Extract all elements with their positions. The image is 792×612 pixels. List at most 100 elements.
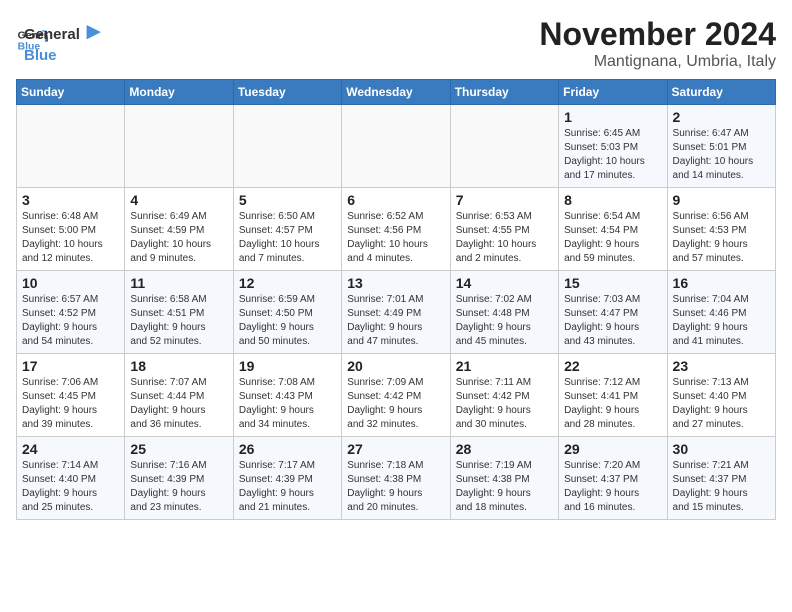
day-number: 16 bbox=[673, 275, 770, 291]
day-info: Sunrise: 6:48 AMSunset: 5:00 PMDaylight:… bbox=[22, 210, 119, 266]
calendar-cell: 3 Sunrise: 6:48 AMSunset: 5:00 PMDaylight… bbox=[17, 188, 125, 271]
day-info: Sunrise: 7:06 AMSunset: 4:45 PMDaylight:… bbox=[22, 376, 119, 432]
day-number: 18 bbox=[130, 358, 227, 374]
calendar-cell: 23 Sunrise: 7:13 AMSunset: 4:40 PMDayligh… bbox=[667, 354, 775, 437]
day-info: Sunrise: 7:19 AMSunset: 4:38 PMDaylight:… bbox=[456, 459, 553, 515]
day-info: Sunrise: 6:52 AMSunset: 4:56 PMDaylight:… bbox=[347, 210, 444, 266]
day-number: 6 bbox=[347, 192, 444, 208]
logo-text: General► Blue bbox=[24, 18, 106, 65]
day-number: 2 bbox=[673, 109, 770, 125]
day-info: Sunrise: 7:21 AMSunset: 4:37 PMDaylight:… bbox=[673, 459, 770, 515]
calendar-cell: 22 Sunrise: 7:12 AMSunset: 4:41 PMDayligh… bbox=[559, 354, 667, 437]
day-number: 24 bbox=[22, 441, 119, 457]
calendar-cell: 14 Sunrise: 7:02 AMSunset: 4:48 PMDayligh… bbox=[450, 271, 558, 354]
calendar-cell: 25 Sunrise: 7:16 AMSunset: 4:39 PMDayligh… bbox=[125, 437, 233, 520]
calendar-cell: 9 Sunrise: 6:56 AMSunset: 4:53 PMDaylight… bbox=[667, 188, 775, 271]
day-number: 10 bbox=[22, 275, 119, 291]
day-info: Sunrise: 7:09 AMSunset: 4:42 PMDaylight:… bbox=[347, 376, 444, 432]
calendar-cell: 6 Sunrise: 6:52 AMSunset: 4:56 PMDaylight… bbox=[342, 188, 450, 271]
calendar-cell bbox=[342, 105, 450, 188]
day-number: 19 bbox=[239, 358, 336, 374]
day-info: Sunrise: 6:45 AMSunset: 5:03 PMDaylight:… bbox=[564, 127, 661, 183]
day-number: 22 bbox=[564, 358, 661, 374]
day-number: 1 bbox=[564, 109, 661, 125]
calendar-cell: 26Sunrise: 7:17 AMSunset: 4:39 PMDayligh… bbox=[233, 437, 341, 520]
month-title: November 2024 bbox=[539, 16, 776, 53]
calendar-cell: 30 Sunrise: 7:21 AMSunset: 4:37 PMDayligh… bbox=[667, 437, 775, 520]
calendar-cell bbox=[125, 105, 233, 188]
dow-header-thursday: Thursday bbox=[450, 80, 558, 105]
day-number: 20 bbox=[347, 358, 444, 374]
calendar-cell: 10 Sunrise: 6:57 AMSunset: 4:52 PMDayligh… bbox=[17, 271, 125, 354]
calendar-cell bbox=[233, 105, 341, 188]
dow-header-sunday: Sunday bbox=[17, 80, 125, 105]
dow-header-wednesday: Wednesday bbox=[342, 80, 450, 105]
day-number: 5 bbox=[239, 192, 336, 208]
calendar-cell: 13 Sunrise: 7:01 AMSunset: 4:49 PMDayligh… bbox=[342, 271, 450, 354]
calendar-table: SundayMondayTuesdayWednesdayThursdayFrid… bbox=[16, 79, 776, 520]
calendar-cell: 8 Sunrise: 6:54 AMSunset: 4:54 PMDaylight… bbox=[559, 188, 667, 271]
day-number: 12 bbox=[239, 275, 336, 291]
calendar-cell bbox=[17, 105, 125, 188]
day-number: 3 bbox=[22, 192, 119, 208]
day-number: 30 bbox=[673, 441, 770, 457]
dow-header-saturday: Saturday bbox=[667, 80, 775, 105]
day-number: 4 bbox=[130, 192, 227, 208]
header: General Blue General Blue General► Blue … bbox=[16, 16, 776, 71]
day-info: Sunrise: 7:03 AMSunset: 4:47 PMDaylight:… bbox=[564, 293, 661, 349]
day-info: Sunrise: 7:01 AMSunset: 4:49 PMDaylight:… bbox=[347, 293, 444, 349]
calendar-cell: 2 Sunrise: 6:47 AMSunset: 5:01 PMDaylight… bbox=[667, 105, 775, 188]
calendar-cell: 4 Sunrise: 6:49 AMSunset: 4:59 PMDaylight… bbox=[125, 188, 233, 271]
day-number: 28 bbox=[456, 441, 553, 457]
day-number: 25 bbox=[130, 441, 227, 457]
day-number: 27 bbox=[347, 441, 444, 457]
dow-header-monday: Monday bbox=[125, 80, 233, 105]
dow-header-tuesday: Tuesday bbox=[233, 80, 341, 105]
day-info: Sunrise: 7:16 AMSunset: 4:39 PMDaylight:… bbox=[130, 459, 227, 515]
day-info: Sunrise: 6:59 AMSunset: 4:50 PMDaylight:… bbox=[239, 293, 336, 349]
day-number: 8 bbox=[564, 192, 661, 208]
day-info: Sunrise: 7:02 AMSunset: 4:48 PMDaylight:… bbox=[456, 293, 553, 349]
day-number: 11 bbox=[130, 275, 227, 291]
day-info: Sunrise: 7:11 AMSunset: 4:42 PMDaylight:… bbox=[456, 376, 553, 432]
calendar-cell: 1 Sunrise: 6:45 AMSunset: 5:03 PMDaylight… bbox=[559, 105, 667, 188]
day-info: Sunrise: 7:08 AMSunset: 4:43 PMDaylight:… bbox=[239, 376, 336, 432]
calendar-cell: 15 Sunrise: 7:03 AMSunset: 4:47 PMDayligh… bbox=[559, 271, 667, 354]
logo: General Blue General Blue General► Blue bbox=[16, 16, 106, 65]
day-info: Sunrise: 7:13 AMSunset: 4:40 PMDaylight:… bbox=[673, 376, 770, 432]
calendar-cell: 27 Sunrise: 7:18 AMSunset: 4:38 PMDayligh… bbox=[342, 437, 450, 520]
calendar-cell bbox=[450, 105, 558, 188]
day-info: Sunrise: 6:56 AMSunset: 4:53 PMDaylight:… bbox=[673, 210, 770, 266]
day-number: 29 bbox=[564, 441, 661, 457]
day-info: Sunrise: 6:54 AMSunset: 4:54 PMDaylight:… bbox=[564, 210, 661, 266]
day-info: Sunrise: 7:07 AMSunset: 4:44 PMDaylight:… bbox=[130, 376, 227, 432]
calendar-cell: 29 Sunrise: 7:20 AMSunset: 4:37 PMDayligh… bbox=[559, 437, 667, 520]
day-number: 7 bbox=[456, 192, 553, 208]
calendar-cell: 24Sunrise: 7:14 AMSunset: 4:40 PMDayligh… bbox=[17, 437, 125, 520]
day-info: Sunrise: 7:20 AMSunset: 4:37 PMDaylight:… bbox=[564, 459, 661, 515]
calendar-cell: 18 Sunrise: 7:07 AMSunset: 4:44 PMDayligh… bbox=[125, 354, 233, 437]
day-info: Sunrise: 7:12 AMSunset: 4:41 PMDaylight:… bbox=[564, 376, 661, 432]
day-number: 14 bbox=[456, 275, 553, 291]
day-info: Sunrise: 7:17 AMSunset: 4:39 PMDaylight:… bbox=[239, 459, 336, 515]
day-info: Sunrise: 6:50 AMSunset: 4:57 PMDaylight:… bbox=[239, 210, 336, 266]
calendar-cell: 16 Sunrise: 7:04 AMSunset: 4:46 PMDayligh… bbox=[667, 271, 775, 354]
day-number: 9 bbox=[673, 192, 770, 208]
day-number: 13 bbox=[347, 275, 444, 291]
location-title: Mantignana, Umbria, Italy bbox=[539, 53, 776, 71]
day-info: Sunrise: 7:04 AMSunset: 4:46 PMDaylight:… bbox=[673, 293, 770, 349]
title-area: November 2024 Mantignana, Umbria, Italy bbox=[539, 16, 776, 71]
calendar-cell: 21 Sunrise: 7:11 AMSunset: 4:42 PMDayligh… bbox=[450, 354, 558, 437]
day-number: 17 bbox=[22, 358, 119, 374]
day-info: Sunrise: 7:18 AMSunset: 4:38 PMDaylight:… bbox=[347, 459, 444, 515]
calendar-cell: 28 Sunrise: 7:19 AMSunset: 4:38 PMDayligh… bbox=[450, 437, 558, 520]
day-number: 21 bbox=[456, 358, 553, 374]
day-info: Sunrise: 6:47 AMSunset: 5:01 PMDaylight:… bbox=[673, 127, 770, 183]
day-number: 15 bbox=[564, 275, 661, 291]
calendar-cell: 20 Sunrise: 7:09 AMSunset: 4:42 PMDayligh… bbox=[342, 354, 450, 437]
day-info: Sunrise: 6:53 AMSunset: 4:55 PMDaylight:… bbox=[456, 210, 553, 266]
day-number: 23 bbox=[673, 358, 770, 374]
day-info: Sunrise: 6:49 AMSunset: 4:59 PMDaylight:… bbox=[130, 210, 227, 266]
dow-header-friday: Friday bbox=[559, 80, 667, 105]
day-info: Sunrise: 6:57 AMSunset: 4:52 PMDaylight:… bbox=[22, 293, 119, 349]
